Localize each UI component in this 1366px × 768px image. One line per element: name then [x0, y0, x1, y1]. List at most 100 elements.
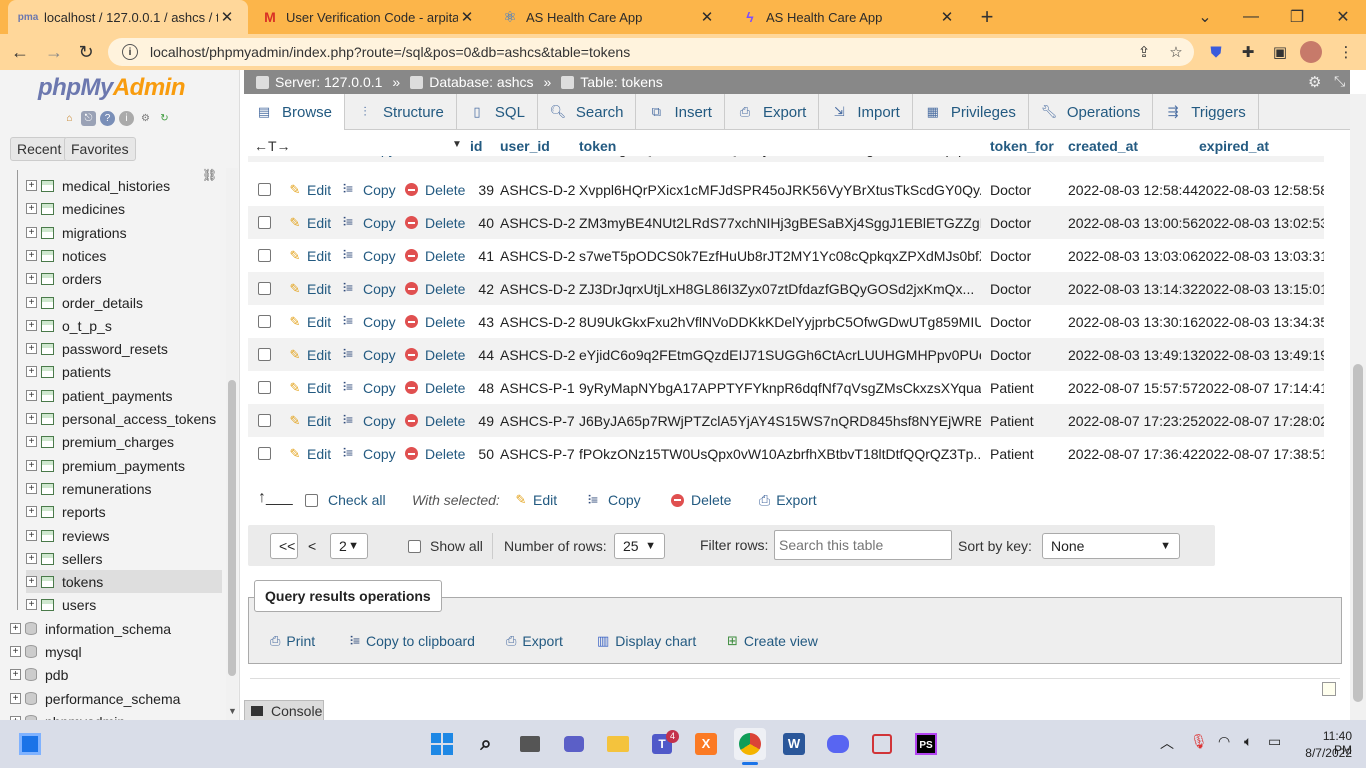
column-header-user-id[interactable]: user_id	[500, 138, 550, 154]
export-link[interactable]: ⎙ Export	[506, 630, 563, 652]
tab-insert[interactable]: ⧉ Insert	[636, 94, 725, 130]
sidebar-db-mysql[interactable]: + mysql	[10, 640, 222, 663]
cell-user-id[interactable]: ASHCS-D-2	[500, 338, 575, 371]
bulk-copy-button[interactable]: ⫶≡ Copy	[588, 486, 641, 514]
minimize-button[interactable]: —	[1228, 0, 1274, 34]
cell-token-for[interactable]: Patient	[990, 437, 1034, 470]
sidebar-table-users[interactable]: + users	[26, 593, 222, 616]
tab-import[interactable]: ⇲ Import	[819, 94, 913, 130]
cell-token[interactable]: 9yRyMapNYbgA17APPTYFYknpR6dqfNf7qVsgZMsC…	[579, 371, 981, 404]
expand-icon[interactable]: +	[26, 320, 37, 331]
row-checkbox[interactable]	[258, 216, 271, 229]
cell-created-at[interactable]: 2022-08-03 13:00:56	[1068, 206, 1198, 239]
create-view-link[interactable]: ⊞ Create view	[727, 630, 818, 652]
cell-user-id[interactable]: ASHCS-D-2	[500, 173, 575, 206]
bookmark-icon[interactable]	[1322, 682, 1336, 696]
close-icon[interactable]: ✕	[698, 8, 716, 26]
cell-token-for[interactable]: Patient	[990, 404, 1034, 437]
cell-id[interactable]: 48	[474, 371, 494, 404]
close-icon[interactable]: ✕	[218, 8, 236, 26]
sidebar-table-premium-payments[interactable]: + premium_payments	[26, 454, 222, 477]
window-close-button[interactable]: ✕	[1320, 0, 1366, 34]
row-copy-link[interactable]: ⫶≡Copy	[343, 305, 396, 338]
meet-icon[interactable]	[558, 728, 590, 760]
row-edit-link[interactable]: ✎Edit	[288, 206, 332, 239]
show-all-checkbox[interactable]	[408, 540, 421, 553]
cell-token[interactable]: unoSkgL5QL1t0SU9Ih8Q6oPy0SOGNx9ZFa0gNn5V…	[579, 156, 981, 162]
row-checkbox[interactable]	[258, 282, 271, 295]
display-chart-link[interactable]: ▥ Display chart	[597, 630, 696, 652]
cell-token-for[interactable]: Doctor	[990, 338, 1031, 371]
show-all-label[interactable]: Show all	[430, 538, 483, 554]
tab-structure[interactable]: ⫶ Structure	[345, 94, 457, 130]
sidebar-scrollbar[interactable]	[226, 168, 238, 720]
row-checkbox[interactable]	[258, 414, 271, 427]
cell-user-id[interactable]: ASHCS-D-2	[500, 206, 575, 239]
breadcrumb-table[interactable]: Table: tokens	[561, 74, 663, 90]
cell-token-for[interactable]: Doctor	[990, 272, 1031, 305]
cell-expired-at[interactable]: 2022-08-07 17:38:51	[1198, 437, 1324, 470]
row-checkbox-cell[interactable]	[258, 206, 271, 239]
first-page-button[interactable]: <<	[270, 533, 298, 559]
reload-icon[interactable]: ↻	[74, 40, 98, 64]
cell-created-at[interactable]: 2022-08-07 17:23:25	[1068, 404, 1198, 437]
sidebar-table-patients[interactable]: + patients	[26, 360, 222, 383]
row-delete-link[interactable]: Delete	[405, 338, 465, 371]
expand-icon[interactable]: +	[10, 669, 21, 680]
row-delete-link[interactable]: Delete	[405, 173, 465, 206]
row-checkbox-cell[interactable]	[258, 371, 271, 404]
row-edit-link[interactable]: ✎Edit	[288, 239, 332, 272]
forward-icon[interactable]: →	[42, 40, 66, 64]
cell-created-at[interactable]: 2022-08-03 13:30:16	[1068, 305, 1198, 338]
expand-icon[interactable]: +	[26, 227, 37, 238]
bulk-delete-button[interactable]: Delete	[671, 486, 731, 514]
sort-arrow-icon[interactable]: ▼	[452, 139, 462, 150]
query-window-icon[interactable]: ?	[100, 111, 115, 126]
cell-id[interactable]: 49	[474, 404, 494, 437]
expand-icon[interactable]: +	[26, 530, 37, 541]
previous-page-button[interactable]: <	[300, 533, 322, 559]
chrome-icon[interactable]	[734, 728, 766, 760]
cell-user-id[interactable]: ASHCS-D-2	[500, 272, 575, 305]
start-icon[interactable]	[426, 728, 458, 760]
expand-icon[interactable]: +	[26, 273, 37, 284]
sidebar-table-migrations[interactable]: + migrations	[26, 221, 222, 244]
tab-browse[interactable]: ▤ Browse	[244, 94, 346, 130]
cell-token[interactable]: J6ByJA65p7RWjPTZclA5YjAY4S15WS7nQRD845hs…	[579, 404, 981, 437]
sidebar-table-personal-access-tokens[interactable]: + personal_access_tokens	[26, 407, 222, 430]
tab-search[interactable]: 🔍︎ Search	[538, 94, 637, 130]
check-all-label[interactable]: Check all	[328, 492, 386, 508]
row-copy-link[interactable]: ⫶≡Copy	[343, 338, 396, 371]
tab-export[interactable]: ⎙ Export	[725, 94, 820, 130]
tab-sql[interactable]: ▯ SQL	[457, 94, 538, 130]
cell-created-at[interactable]: 2022-08-03 13:49:13	[1068, 338, 1198, 371]
bulk-export-button[interactable]: ⎙ Export	[759, 486, 817, 514]
row-edit-link[interactable]: ✎Edit	[288, 338, 332, 371]
column-header-expired-at[interactable]: expired_at	[1199, 138, 1269, 154]
expand-icon[interactable]: +	[26, 599, 37, 610]
sort-key-select[interactable]: None ▼	[1042, 533, 1180, 559]
avatar[interactable]	[1300, 41, 1322, 63]
cell-token[interactable]: 8U9UkGkxFxu2hVflNVoDDKkKDelYyjprbC5OfwGD…	[579, 305, 981, 338]
filter-rows-input[interactable]	[774, 530, 952, 560]
expand-icon[interactable]: +	[26, 483, 37, 494]
row-checkbox[interactable]	[258, 381, 271, 394]
browser-tab-health-app-1[interactable]: ⚛ AS Health Care App ✕	[490, 0, 728, 34]
column-resize-icon[interactable]: ←T→	[254, 138, 291, 154]
cell-expired-at[interactable]: 2022-08-03 12:58:58	[1198, 173, 1324, 206]
expand-icon[interactable]: +	[26, 460, 37, 471]
browser-tab-health-app-2[interactable]: ϟ AS Health Care App ✕	[730, 0, 968, 34]
row-delete-link[interactable]: Delete	[405, 206, 465, 239]
docs-icon[interactable]: i	[119, 111, 134, 126]
row-copy-link[interactable]: ⫶≡Copy	[343, 404, 396, 437]
logout-icon[interactable]: ⎋	[81, 111, 96, 126]
cell-id[interactable]: 39	[474, 173, 494, 206]
scroll-down-arrow-icon[interactable]: ▼	[228, 706, 237, 716]
share-icon[interactable]: ⇪	[1132, 40, 1156, 64]
row-edit-link[interactable]: ✎Edit	[288, 272, 332, 305]
row-copy-link[interactable]: ⫶≡Copy	[343, 371, 396, 404]
row-delete-link[interactable]: Delete	[405, 305, 465, 338]
sidebar-table-reviews[interactable]: + reviews	[26, 524, 222, 547]
word-icon[interactable]: W	[778, 728, 810, 760]
page-select[interactable]: 2 ▼	[330, 533, 368, 559]
